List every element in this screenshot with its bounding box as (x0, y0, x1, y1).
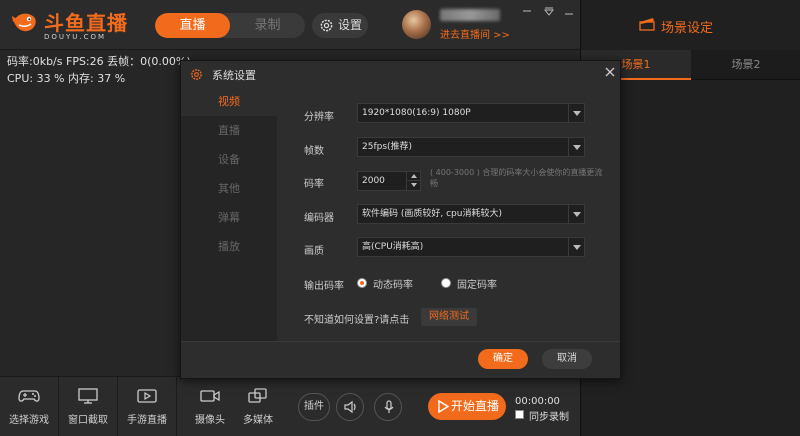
nav-other[interactable]: 其他 (181, 174, 277, 203)
quality-value: 高(CPU消耗高) (362, 242, 424, 252)
fps-select[interactable]: 25fps(推荐) (357, 137, 585, 157)
live-timer: 00:00:00 (515, 396, 560, 407)
chevron-down-icon (568, 205, 584, 223)
system-settings-dialog: 系统设置 视频 直播 设备 其他 弹幕 播放 分辨率 1920*1080(16:… (180, 60, 621, 379)
scene-header: 场景设定 (581, 0, 800, 50)
nav-playback[interactable]: 播放 (181, 232, 277, 261)
dropdown-menu-icon[interactable] (542, 4, 556, 18)
dynamic-bitrate-label: 动态码率 (373, 280, 413, 291)
gear-icon (320, 19, 333, 32)
bottom-toolbar: 选择游戏 窗口截取 手游直播 摄像头 多媒体 插件 开始直播 00:00:00 … (0, 376, 580, 436)
microphone-button[interactable] (374, 393, 402, 421)
plugin-button[interactable]: 插件 (298, 393, 330, 421)
speaker-icon (344, 400, 356, 414)
dialog-footer: 确定 取消 (181, 341, 620, 378)
minimize-window-icon[interactable] (562, 4, 576, 18)
spin-up-icon[interactable] (406, 172, 420, 181)
fixed-bitrate-radio[interactable] (441, 278, 451, 288)
window-capture-label: 窗口截取 (68, 415, 108, 426)
fixed-bitrate-label: 固定码率 (457, 280, 497, 291)
nav-danmaku[interactable]: 弹幕 (181, 203, 277, 232)
divider (176, 377, 177, 436)
quality-label: 画质 (304, 246, 324, 257)
fps-value: 25fps(推荐) (362, 142, 413, 152)
fish-logo-icon (12, 13, 36, 32)
spin-down-icon[interactable] (406, 181, 420, 190)
minimize-icon[interactable] (520, 4, 534, 18)
clapperboard-icon (639, 18, 655, 31)
chevron-down-icon (568, 104, 584, 122)
video-settings-panel: 分辨率 1920*1080(16:9) 1080P 帧数 25fps(推荐) 码… (277, 87, 620, 352)
chevron-down-icon (568, 238, 584, 256)
bitrate-value: 2000 (362, 176, 385, 186)
mobile-icon (137, 389, 157, 403)
encoder-label: 编码器 (304, 213, 334, 224)
nav-video[interactable]: 视频 (181, 87, 277, 116)
resolution-select[interactable]: 1920*1080(16:9) 1080P (357, 103, 585, 123)
media-icon (248, 388, 267, 403)
stream-stats-line1: 码率:0kb/s FPS:26 丢帧：0(0.00%) (7, 55, 191, 68)
bitrate-spinbox[interactable]: 2000 (357, 171, 421, 191)
settings-nav: 视频 直播 设备 其他 弹幕 播放 (181, 87, 277, 352)
settings-button[interactable]: 设置 (312, 13, 368, 38)
fps-label: 帧数 (304, 146, 324, 157)
bitrate-hint: ( 400-3000 ) 合理的码率大小会使你的直播更流畅 (430, 168, 603, 188)
record-mode-tab[interactable]: 录制 (230, 13, 305, 38)
live-mode-tab[interactable]: 直播 (155, 13, 230, 38)
gamepad-icon (18, 390, 40, 402)
avatar[interactable] (402, 10, 431, 39)
network-test-button[interactable]: 网络测试 (421, 308, 477, 326)
mobile-live-button[interactable]: 手游直播 (118, 377, 176, 436)
start-live-label: 开始直播 (451, 399, 500, 413)
confirm-button[interactable]: 确定 (478, 349, 528, 369)
sync-record-checkbox[interactable] (515, 410, 524, 419)
logo-text: 斗鱼直播 (44, 11, 128, 35)
mode-switch: 直播 录制 (155, 13, 305, 38)
dynamic-bitrate-radio[interactable] (357, 278, 367, 288)
select-game-button[interactable]: 选择游戏 (0, 377, 58, 436)
media-button[interactable]: 多媒体 (235, 377, 281, 436)
select-game-label: 选择游戏 (9, 415, 49, 426)
sync-record-label: 同步录制 (529, 412, 569, 423)
close-icon[interactable] (604, 64, 616, 80)
microphone-icon (384, 400, 394, 413)
bitrate-label: 码率 (304, 179, 324, 190)
encoder-select[interactable]: 软件编码 (画质较好, cpu消耗较大) (357, 204, 585, 224)
resolution-label: 分辨率 (304, 112, 334, 123)
stream-stats-line2: CPU: 33 % 内存: 37 % (7, 72, 126, 85)
gear-icon (191, 69, 202, 80)
mobile-live-label: 手游直播 (127, 415, 167, 426)
chevron-down-icon (568, 138, 584, 156)
nav-device[interactable]: 设备 (181, 145, 277, 174)
scene-tab-2[interactable]: 场景2 (691, 50, 800, 80)
settings-label: 设置 (338, 18, 363, 32)
monitor-icon (78, 388, 98, 404)
douyu-logo: 斗鱼直播 DOUYU.COM (10, 6, 140, 44)
cancel-button[interactable]: 取消 (542, 349, 592, 369)
scene-title: 场景设定 (661, 21, 714, 36)
username-blurred (440, 9, 500, 21)
start-live-button[interactable]: 开始直播 (428, 393, 506, 420)
help-text: 不知道如何设置?请点击 (304, 315, 410, 326)
camera-button[interactable]: 摄像头 (185, 377, 235, 436)
dialog-title-bar: 系统设置 (181, 61, 620, 87)
camera-label: 摄像头 (195, 415, 225, 426)
play-icon (438, 400, 449, 413)
media-label: 多媒体 (243, 415, 273, 426)
quality-select[interactable]: 高(CPU消耗高) (357, 237, 585, 257)
encoder-value: 软件编码 (画质较好, cpu消耗较大) (362, 209, 502, 219)
dialog-title: 系统设置 (212, 69, 256, 82)
resolution-value: 1920*1080(16:9) 1080P (362, 108, 471, 118)
speaker-button[interactable] (336, 393, 364, 421)
window-capture-button[interactable]: 窗口截取 (59, 377, 117, 436)
logo-subtext: DOUYU.COM (44, 33, 107, 41)
nav-live[interactable]: 直播 (181, 116, 277, 145)
camera-icon (200, 390, 220, 402)
output-bitrate-label: 输出码率 (304, 281, 344, 292)
enter-room-link[interactable]: 进去直播间 >> (440, 26, 510, 41)
